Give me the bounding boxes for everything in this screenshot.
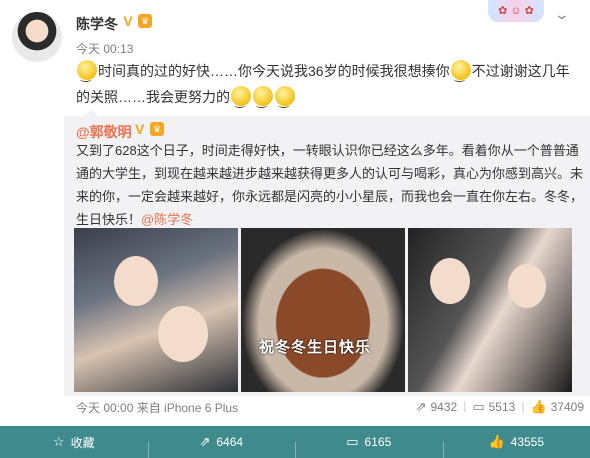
retweet-box: @郭敬明 V ♛ 又到了628这个日子，时间走得好快，一转眼认识你已经这么多年。… — [64, 109, 590, 415]
retweet-stats: ⇗ 9432 | ▭ 5513 | 👍 37409 — [415, 399, 584, 415]
star-icon: ☆ — [52, 434, 65, 449]
like-count: 43555 — [510, 435, 545, 449]
post-text: 时间真的过的好快……你今天说我36岁的时候我很想揍你不过谢谢这几年的关照……我会… — [76, 58, 576, 114]
repost-count: 6464 — [216, 435, 244, 449]
card-decoration-icon: ✿ ☺ ✿ — [488, 0, 544, 22]
retweet-text: 又到了628这个日子，时间走得好快，一转眼认识你已经这么多年。看着你从一个普普通… — [76, 139, 584, 231]
favorite-button[interactable]: ☆ 收藏 — [0, 434, 148, 451]
retweet-like-stat[interactable]: 👍 37409 — [530, 399, 584, 415]
vip-level-icon: ♛ — [138, 14, 152, 28]
repost-icon: ⇗ — [415, 399, 427, 414]
retweet-meta: 今天 00:00 来自 iPhone 6 Plus — [76, 401, 239, 415]
smile-emoji-icon — [253, 86, 273, 114]
chevron-down-icon[interactable]: ⌄ — [554, 6, 570, 23]
photo-3[interactable] — [408, 228, 572, 392]
cake-caption: 祝冬冬生日快乐 — [259, 338, 372, 356]
vip-level-icon: ♛ — [150, 122, 164, 136]
photo-2-cake[interactable]: 祝冬冬生日快乐 — [241, 228, 405, 392]
favorite-label: 收藏 — [70, 435, 95, 450]
photo-1[interactable] — [74, 228, 238, 392]
thumbs-up-icon: 👍 — [530, 399, 547, 414]
repost-button[interactable]: ⇗ 6464 — [147, 434, 296, 458]
weibo-card: 陈学冬 V ♛ ✿ ☺ ✿ ⌄ 今天 00:13 时间真的过的好快……你今天说我… — [0, 0, 590, 426]
username[interactable]: 陈学冬 — [76, 14, 118, 34]
like-button[interactable]: 👍 43555 — [442, 434, 590, 458]
smile-emoji-icon — [77, 60, 97, 88]
retweet-repost-stat[interactable]: ⇗ 9432 — [416, 399, 458, 415]
verified-icon: V — [135, 121, 145, 137]
comment-button[interactable]: ▭ 6165 — [295, 434, 443, 458]
action-bar: ☆ 收藏 ⇗ 6464 ▭ 6165 👍 43555 — [0, 426, 590, 458]
thumbs-up-icon: 👍 — [488, 434, 505, 449]
avatar[interactable] — [12, 12, 62, 62]
comment-count: 6165 — [364, 435, 392, 449]
post-timestamp[interactable]: 今天 00:13 — [76, 40, 133, 57]
verified-icon: V — [123, 13, 133, 29]
post-text-part-1: 时间真的过的好快……你今天说我36岁的时候我很想揍你 — [98, 63, 450, 79]
smile-emoji-icon — [231, 86, 251, 114]
repost-icon: ⇗ — [199, 434, 211, 449]
smile-emoji-icon — [275, 86, 295, 114]
comment-icon: ▭ — [346, 434, 359, 449]
retweet-comment-stat[interactable]: ▭ 5513 — [472, 399, 515, 415]
smile-emoji-icon — [450, 60, 471, 88]
comment-icon: ▭ — [472, 399, 485, 414]
mention-link[interactable]: @陈学冬 — [141, 212, 193, 227]
